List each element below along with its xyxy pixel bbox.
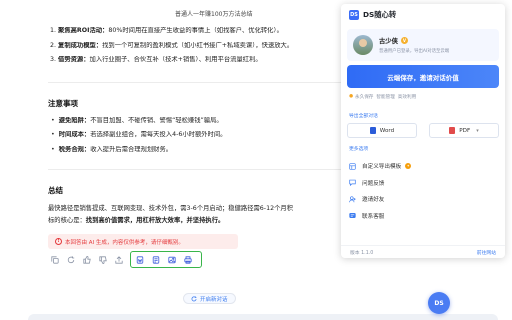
list-item: 时间成本：若选择副业组合，需每天投入4-6小时额外时间。 <box>51 131 351 139</box>
doc-title: 普通人一年赚100万方法总结 <box>175 11 253 18</box>
item-number: 1. <box>50 27 57 34</box>
menu-label: 问题反馈 <box>362 180 385 187</box>
item-title: 借势资源： <box>58 56 90 64</box>
summary-text: 最快路径是销售提成、互联网变现、技术外包，需3-6个月启动；稳健路径需6-12个… <box>48 203 350 226</box>
list-item: 3. 借势资源：加入行业圈子、合伙互补（技术+销售）、利用平台流量红利。 <box>50 56 350 64</box>
item-title: 聚焦高ROI活动： <box>58 27 109 34</box>
item-text: 加入行业圈子、合伙互补（技术+销售）、利用平台流量红利。 <box>89 56 262 64</box>
message-actions <box>48 253 128 267</box>
new-chat-button[interactable]: 开启新对话 <box>183 293 236 304</box>
ai-warning: ! 本回答由 AI 生成，内容仅供参考，请仔细甄别。 <box>48 234 238 249</box>
feature-tag: 智能管理 <box>376 95 395 100</box>
panel-header: DS DS随心转 <box>341 4 505 26</box>
export-pdf-button[interactable]: PDF ▾ <box>429 123 499 138</box>
user-name-row: 古少侠 V <box>379 36 449 45</box>
notes-list: 避免陷阱：不盲目加盟、不碰传销、警惕“轻松赚钱”骗局。 时间成本：若选择副业组合… <box>51 117 351 160</box>
feature-tags: ● 永久保存 智能管理 高效利用 <box>349 94 419 100</box>
summary-line: 最快路径是销售提成、互联网变现、技术外包，需3-6个月启动；稳健路径需6-12个… <box>48 205 293 212</box>
feature-tag: 永久保存 <box>355 95 374 100</box>
item-text: 不盲目加盟、不碰传销、警惕“轻松赚钱”骗局。 <box>90 117 223 124</box>
item-text: 80%时间用在直接产生收益的事情上（如找客户、优化转化）。 <box>108 27 283 34</box>
item-number: 3. <box>50 56 57 64</box>
feedback-icon <box>349 179 356 187</box>
menu-item-template[interactable]: 自定义导出模板 ✦ <box>349 158 499 175</box>
menu-label: 联系客服 <box>362 213 385 220</box>
summary-line: 标的核心是：找到高价值需求，用杠杆放大效率，并坚持执行。 <box>48 215 350 227</box>
user-desc: 普通用户已登录，导出AI对话至云端 <box>379 49 450 54</box>
item-text: 找到一个可复制的盈利模式（如小红书接广+私域卖课），快速放大。 <box>102 41 294 49</box>
template-icon <box>349 163 356 170</box>
export-buttons: Word PDF ▾ <box>347 123 505 138</box>
ds-logo-icon: DS <box>349 10 359 20</box>
export-section-label: 导出全部对话 <box>349 114 378 119</box>
ds-float-button[interactable]: DS <box>428 292 450 314</box>
divider <box>48 82 350 83</box>
user-name: 古少侠 <box>379 38 398 45</box>
support-icon <box>349 212 356 219</box>
input-bar[interactable] <box>28 314 498 320</box>
list-item: 避免陷阱：不盲目加盟、不碰传销、警惕“轻松赚钱”骗局。 <box>51 117 351 125</box>
menu-item-invite[interactable]: 邀请好友 <box>349 191 499 208</box>
export-word-icon[interactable] <box>133 253 147 267</box>
list-item: 2. 复制成功模型：找到一个可复制的盈利模式（如小红书接广+私域卖课），快速放大… <box>50 42 350 50</box>
item-title: 复制成功模型： <box>58 41 103 49</box>
warning-icon: ! <box>55 238 62 245</box>
item-text: 若选择副业组合，需每天投入4-6小时额外时间。 <box>90 131 227 139</box>
invite-icon <box>349 196 356 203</box>
thumbs-down-icon[interactable] <box>96 253 110 267</box>
item-text: 收入提升后需合理规划财务。 <box>90 145 173 153</box>
share-icon[interactable] <box>112 253 126 267</box>
export-label: Word <box>379 127 395 134</box>
avatar <box>353 35 373 55</box>
summary-heading: 总结 <box>48 186 63 195</box>
thumbs-up-icon[interactable] <box>80 253 94 267</box>
warning-text: 本回答由 AI 生成，内容仅供参考，请仔细甄别。 <box>65 239 184 246</box>
version-text: 版本 1.1.0 <box>350 250 374 256</box>
menu-item-support[interactable]: 联系客服 <box>349 208 499 225</box>
ordered-list: 1. 聚焦高ROI活动：80%时间用在直接产生收益的事情上（如找客户、优化转化）… <box>50 27 350 71</box>
new-chat-icon <box>191 295 197 301</box>
export-image-icon[interactable] <box>165 253 179 267</box>
divider <box>48 169 350 170</box>
more-section-label: 更多选项 <box>349 147 369 152</box>
cloud-save-button[interactable]: 云端保存，邀请对话价值 <box>347 65 499 88</box>
item-title: 时间成本： <box>58 131 91 139</box>
website-link[interactable]: 前往网站 <box>477 249 496 256</box>
vip-badge-icon: V <box>400 37 408 44</box>
pdf-icon <box>449 127 456 134</box>
export-doc-icon[interactable] <box>149 253 163 267</box>
ds-panel: DS DS随心转 古少侠 V 普通用户已登录，导出AI对话至云端 云端保存，邀请… <box>341 4 505 258</box>
item-number: 2. <box>50 41 57 49</box>
more-menu: 自定义导出模板 ✦ 问题反馈 邀请好友 联系客服 <box>349 158 499 224</box>
regenerate-icon[interactable] <box>64 253 78 267</box>
menu-item-feedback[interactable]: 问题反馈 <box>349 175 499 192</box>
export-word-button[interactable]: Word <box>347 123 417 138</box>
chevron-down-icon: ▾ <box>476 127 479 134</box>
tag-dot-icon: ● <box>349 94 354 99</box>
panel-footer: 版本 1.1.0 前往网站 <box>341 245 505 258</box>
export-print-icon[interactable] <box>181 253 195 267</box>
export-toolbar <box>130 251 202 268</box>
new-chat-label: 开启新对话 <box>200 296 228 303</box>
menu-label: 邀请好友 <box>362 197 385 204</box>
word-icon <box>369 127 376 134</box>
export-label: PDF <box>459 127 471 134</box>
menu-label: 自定义导出模板 <box>362 164 402 171</box>
item-title: 税务合规： <box>58 145 91 153</box>
list-item: 税务合规：收入提升后需合理规划财务。 <box>51 146 351 154</box>
summary-bold: 找到高价值需求，用杠杆放大效率，并坚持执行。 <box>85 216 225 224</box>
copy-icon[interactable] <box>48 253 62 267</box>
summary-prefix: 标的核心是： <box>48 216 86 224</box>
item-title: 避免陷阱： <box>58 117 91 124</box>
feature-tag: 高效利用 <box>397 95 417 100</box>
panel-title: DS随心转 <box>363 10 397 19</box>
user-card: 古少侠 V 普通用户已登录，导出AI对话至云端 <box>347 29 499 61</box>
notes-heading: 注意事项 <box>48 99 78 108</box>
list-item: 1. 聚焦高ROI活动：80%时间用在直接产生收益的事情上（如找客户、优化转化）… <box>50 27 350 35</box>
hot-badge-icon: ✦ <box>405 163 412 170</box>
user-info: 古少侠 V 普通用户已登录，导出AI对话至云端 <box>379 36 449 54</box>
